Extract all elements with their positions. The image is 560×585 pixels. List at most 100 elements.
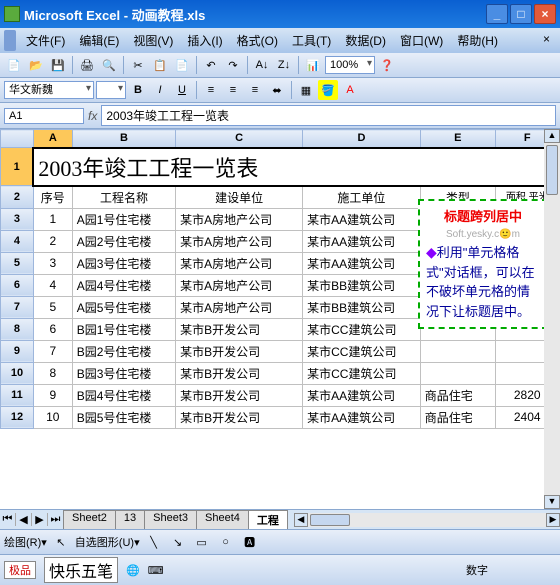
sheet-tab[interactable]: 13: [115, 510, 145, 529]
font-color-icon[interactable]: A: [340, 80, 360, 100]
data-cell[interactable]: 10: [33, 406, 72, 428]
align-center-icon[interactable]: ≡: [223, 80, 243, 100]
row-header[interactable]: 9: [1, 340, 34, 362]
oval-icon[interactable]: ○: [216, 532, 236, 552]
select-icon[interactable]: ↖: [51, 532, 71, 552]
align-left-icon[interactable]: ≡: [201, 80, 221, 100]
formula-input[interactable]: 2003年竣工工程一览表: [101, 105, 556, 126]
header-cell[interactable]: 建设单位: [176, 186, 303, 209]
data-cell[interactable]: 某市AA建筑公司: [303, 230, 421, 252]
horizontal-scrollbar[interactable]: ◀ ▶: [294, 513, 560, 527]
col-header[interactable]: A: [33, 130, 72, 148]
data-cell[interactable]: 商品住宅: [420, 406, 495, 428]
data-cell[interactable]: 某市B开发公司: [176, 384, 303, 406]
tab-nav-first-icon[interactable]: ⏮: [0, 513, 16, 526]
data-cell[interactable]: A园2号住宅楼: [72, 230, 175, 252]
data-cell[interactable]: 某市A房地产公司: [176, 230, 303, 252]
col-header[interactable]: B: [72, 130, 175, 148]
print-icon[interactable]: 🖨: [77, 55, 97, 75]
textbox-icon[interactable]: 🅰: [240, 532, 260, 552]
autoshapes-menu[interactable]: 自选图形(U)▾: [75, 534, 140, 550]
data-cell[interactable]: 某市B开发公司: [176, 362, 303, 384]
header-cell[interactable]: 工程名称: [72, 186, 175, 209]
scroll-thumb[interactable]: [310, 514, 350, 526]
maximize-button[interactable]: □: [510, 4, 532, 24]
data-cell[interactable]: 某市A房地产公司: [176, 296, 303, 318]
arrow-icon[interactable]: ↘: [168, 532, 188, 552]
data-cell[interactable]: A园4号住宅楼: [72, 274, 175, 296]
data-cell[interactable]: B园2号住宅楼: [72, 340, 175, 362]
row-header[interactable]: 3: [1, 208, 34, 230]
fx-icon[interactable]: fx: [88, 109, 97, 123]
help-icon[interactable]: ❓: [377, 55, 397, 75]
data-cell[interactable]: [420, 362, 495, 384]
col-header[interactable]: E: [420, 130, 495, 148]
vertical-scrollbar[interactable]: ▲ ▼: [544, 129, 560, 509]
sheet-tab[interactable]: 工程: [248, 510, 288, 529]
select-all-corner[interactable]: [1, 130, 34, 148]
scroll-up-icon[interactable]: ▲: [544, 129, 560, 143]
data-cell[interactable]: 某市AA建筑公司: [303, 208, 421, 230]
data-cell[interactable]: 6: [33, 318, 72, 340]
menu-view[interactable]: 视图(V): [127, 30, 179, 51]
row-header[interactable]: 4: [1, 230, 34, 252]
chart-icon[interactable]: 📊: [303, 55, 323, 75]
redo-icon[interactable]: ↷: [223, 55, 243, 75]
sort-asc-icon[interactable]: A↓: [252, 55, 272, 75]
data-cell[interactable]: 8: [33, 362, 72, 384]
data-cell[interactable]: 某市AA建筑公司: [303, 252, 421, 274]
open-icon[interactable]: 📂: [26, 55, 46, 75]
borders-icon[interactable]: ▦: [296, 80, 316, 100]
data-cell[interactable]: 某市CC建筑公司: [303, 318, 421, 340]
worksheet-grid[interactable]: A B C D E F 1 2003年竣工工程一览表 2 序号 工程名称 建设单…: [0, 129, 560, 509]
data-cell[interactable]: 某市BB建筑公司: [303, 296, 421, 318]
merge-icon[interactable]: ⬌: [267, 80, 287, 100]
row-header[interactable]: 7: [1, 296, 34, 318]
menu-grip[interactable]: [4, 30, 16, 51]
data-cell[interactable]: 某市A房地产公司: [176, 208, 303, 230]
row-header[interactable]: 12: [1, 406, 34, 428]
header-cell[interactable]: 施工单位: [303, 186, 421, 209]
data-cell[interactable]: 某市A房地产公司: [176, 252, 303, 274]
data-cell[interactable]: 9: [33, 384, 72, 406]
close-button[interactable]: ×: [534, 4, 556, 24]
menu-window[interactable]: 窗口(W): [394, 30, 449, 51]
data-cell[interactable]: B园4号住宅楼: [72, 384, 175, 406]
font-name-combo[interactable]: 华文新魏: [4, 81, 94, 99]
row-header[interactable]: 5: [1, 252, 34, 274]
tab-nav-last-icon[interactable]: ⏭: [48, 513, 64, 526]
data-cell[interactable]: 某市B开发公司: [176, 406, 303, 428]
data-cell[interactable]: 某市AA建筑公司: [303, 384, 421, 406]
row-header[interactable]: 1: [1, 148, 34, 186]
row-header[interactable]: 2: [1, 186, 34, 209]
data-cell[interactable]: 某市A房地产公司: [176, 274, 303, 296]
col-header[interactable]: D: [303, 130, 421, 148]
data-cell[interactable]: 某市B开发公司: [176, 340, 303, 362]
data-cell[interactable]: A园3号住宅楼: [72, 252, 175, 274]
data-cell[interactable]: 某市CC建筑公司: [303, 362, 421, 384]
data-cell[interactable]: [420, 340, 495, 362]
preview-icon[interactable]: 🔍: [99, 55, 119, 75]
copy-icon[interactable]: 📋: [150, 55, 170, 75]
data-cell[interactable]: 1: [33, 208, 72, 230]
ime-btn[interactable]: ⌨: [148, 564, 164, 577]
data-cell[interactable]: 商品住宅: [420, 384, 495, 406]
data-cell[interactable]: B园5号住宅楼: [72, 406, 175, 428]
scroll-down-icon[interactable]: ▼: [544, 495, 560, 509]
header-cell[interactable]: 序号: [33, 186, 72, 209]
row-header[interactable]: 11: [1, 384, 34, 406]
save-icon[interactable]: 💾: [48, 55, 68, 75]
data-cell[interactable]: 2: [33, 230, 72, 252]
italic-button[interactable]: I: [150, 80, 170, 100]
data-cell[interactable]: 7: [33, 340, 72, 362]
cut-icon[interactable]: ✂: [128, 55, 148, 75]
menu-insert[interactable]: 插入(I): [181, 30, 228, 51]
menu-data[interactable]: 数据(D): [339, 30, 392, 51]
rect-icon[interactable]: ▭: [192, 532, 212, 552]
scroll-thumb[interactable]: [546, 145, 558, 195]
tab-nav-next-icon[interactable]: ▶: [32, 513, 48, 526]
menu-format[interactable]: 格式(O): [231, 30, 284, 51]
title-cell[interactable]: 2003年竣工工程一览表: [33, 148, 559, 186]
ime-indicator[interactable]: 极品: [4, 561, 36, 579]
menu-file[interactable]: 文件(F): [20, 30, 71, 51]
